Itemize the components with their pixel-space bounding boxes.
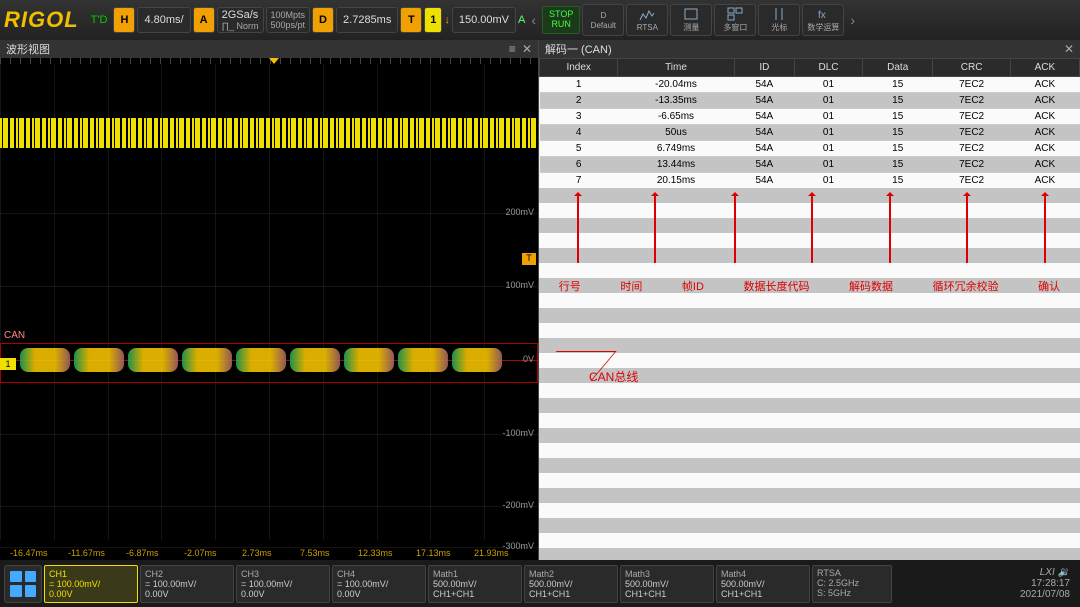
math-3-box[interactable]: Math3500.00mV/CH1+CH1 — [620, 565, 714, 603]
x-axis-label: 7.53ms — [300, 548, 330, 558]
y-axis-label: 100mV — [505, 280, 534, 290]
measure-button[interactable]: 测量 — [670, 4, 712, 36]
table-row[interactable]: 450us54A01157EC2ACK — [540, 125, 1080, 141]
y-axis-label: -200mV — [502, 500, 534, 510]
menu-icon[interactable]: ≡ — [509, 42, 516, 56]
y-axis-label: -100mV — [502, 428, 534, 438]
column-annotation: 确认 — [1038, 278, 1060, 294]
table-row[interactable]: 1-20.04ms54A01157EC2ACK — [540, 77, 1080, 93]
column-annotation: 帧ID — [682, 278, 704, 294]
table-row[interactable]: 720.15ms54A01157EC2ACK — [540, 173, 1080, 189]
waveform-panel-title: 波形视图 ≡ ✕ — [0, 40, 538, 58]
can-protocol-label: CAN — [4, 330, 25, 341]
decode-table: IndexTimeIDDLCDataCRCACK 1-20.04ms54A011… — [539, 58, 1080, 189]
x-axis-label: -16.47ms — [10, 548, 48, 558]
svg-text:fx: fx — [818, 10, 826, 21]
stop-run-button[interactable]: STOP RUN — [542, 6, 580, 34]
math-2-box[interactable]: Math2500.00mV/CH1+CH1 — [524, 565, 618, 603]
timebase-value[interactable]: 4.80ms/ — [137, 7, 190, 33]
top-toolbar: RIGOL T'D H 4.80ms/ A 2GSa/s ∏_ Norm 100… — [0, 0, 1080, 40]
close-icon[interactable]: ✕ — [1064, 42, 1074, 56]
column-header[interactable]: CRC — [933, 59, 1010, 77]
channel-4-box[interactable]: CH4= 100.00mV/0.00V — [332, 565, 426, 603]
column-annotation: 循环冗余校验 — [933, 278, 999, 294]
decoded-frame — [452, 348, 502, 372]
chevron-left-icon[interactable]: ‹ — [527, 12, 540, 28]
signal-trace — [0, 118, 538, 148]
table-row[interactable]: 3-6.65ms54A01157EC2ACK — [540, 109, 1080, 125]
x-axis-label: -11.67ms — [68, 548, 105, 558]
delay-value[interactable]: 2.7285ms — [336, 7, 398, 33]
channel-3-box[interactable]: CH3= 100.00mV/0.00V — [236, 565, 330, 603]
rtsa-info[interactable]: RTSA C: 2.5GHz S: 5GHz — [812, 565, 892, 603]
chevron-right-icon[interactable]: › — [846, 12, 859, 28]
trigger-badge[interactable]: T — [400, 7, 422, 33]
x-axis-label: 21.93ms — [474, 548, 509, 558]
can-bus-annotation: CAN总线 — [589, 368, 638, 385]
y-axis-label: 200mV — [505, 207, 534, 217]
x-axis-label: 17.13ms — [416, 548, 451, 558]
decoded-frame — [182, 348, 232, 372]
acquire-info[interactable]: 2GSa/s ∏_ Norm — [217, 7, 264, 33]
decode-panel-title: 解码一 (CAN) ✕ — [539, 40, 1080, 58]
multiwindow-button[interactable]: 多窗口 — [714, 4, 756, 36]
decoded-frame — [74, 348, 124, 372]
clock-display: LXI 🔉 17:28:17 2021/07/08 — [1020, 567, 1076, 600]
math-4-box[interactable]: Math4500.00mV/CH1+CH1 — [716, 565, 810, 603]
run-state: T'D — [91, 14, 108, 26]
acquire-badge[interactable]: A — [193, 7, 215, 33]
channel-1-box[interactable]: CH1= 100.00mV/0.00V — [44, 565, 138, 603]
column-annotation: 解码数据 — [849, 278, 893, 294]
table-row[interactable]: 56.749ms54A01157EC2ACK — [540, 141, 1080, 157]
column-header[interactable]: ID — [734, 59, 794, 77]
column-header[interactable]: DLC — [795, 59, 863, 77]
horizontal-badge[interactable]: H — [113, 7, 135, 33]
column-header[interactable]: ACK — [1010, 59, 1079, 77]
decoded-frame — [236, 348, 286, 372]
bottom-channel-bar: CH1= 100.00mV/0.00VCH2= 100.00mV/0.00VCH… — [0, 560, 1080, 607]
table-row[interactable]: 2-13.35ms54A01157EC2ACK — [540, 93, 1080, 109]
decoded-frame — [344, 348, 394, 372]
brand-logo: RIGOL — [4, 7, 79, 33]
column-header[interactable]: Index — [540, 59, 618, 77]
apps-button[interactable] — [4, 565, 42, 603]
x-axis-label: 12.33ms — [358, 548, 393, 558]
decoded-frame — [20, 348, 70, 372]
decoded-frame — [128, 348, 178, 372]
channel-1-marker[interactable]: 1 — [0, 358, 16, 370]
waveform-display[interactable]: T CAN 1 200mV100mV0V-100mV-200mV-300mV -… — [0, 58, 538, 560]
delay-badge[interactable]: D — [312, 7, 334, 33]
column-header[interactable]: Data — [862, 59, 933, 77]
column-annotation: 数据长度代码 — [743, 278, 809, 294]
trigger-level-marker[interactable]: T — [522, 253, 536, 265]
trigger-level[interactable]: 150.00mV — [452, 7, 516, 33]
default-button[interactable]: DDefault — [582, 4, 624, 36]
column-annotation: 时间 — [620, 278, 642, 294]
x-axis-label: -6.87ms — [126, 548, 159, 558]
close-icon[interactable]: ✕ — [522, 42, 532, 56]
rtsa-button[interactable]: RTSA — [626, 4, 668, 36]
math-button[interactable]: fx数学运算 — [802, 4, 844, 36]
channel-2-box[interactable]: CH2= 100.00mV/0.00V — [140, 565, 234, 603]
table-row[interactable]: 613.44ms54A01157EC2ACK — [540, 157, 1080, 173]
x-axis-label: -2.07ms — [184, 548, 217, 558]
cursor-button[interactable]: 光标 — [758, 4, 800, 36]
decode-table-area[interactable]: IndexTimeIDDLCDataCRCACK 1-20.04ms54A011… — [539, 58, 1080, 560]
decoded-frame — [398, 348, 448, 372]
memory-info[interactable]: 100Mpts 500ps/pt — [266, 7, 311, 33]
column-annotation: 行号 — [559, 278, 581, 294]
math-1-box[interactable]: Math1500.00mV/CH1+CH1 — [428, 565, 522, 603]
decoded-frame — [290, 348, 340, 372]
column-header[interactable]: Time — [618, 59, 734, 77]
trigger-channel[interactable]: 1 — [424, 7, 442, 33]
y-axis-label: 0V — [523, 354, 534, 364]
x-axis-label: 2.73ms — [242, 548, 272, 558]
